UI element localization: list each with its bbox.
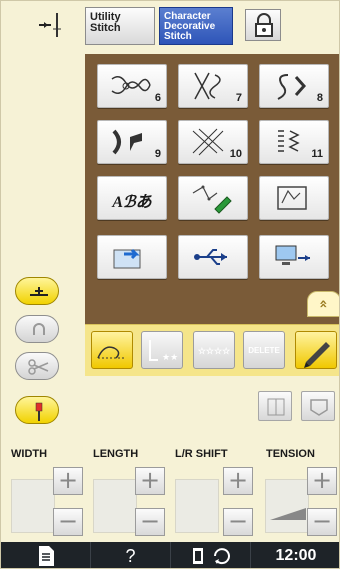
needle-position-icon (39, 13, 61, 37)
stars-label: ☆☆☆☆ (197, 346, 231, 356)
cross-stitch-icon (194, 72, 221, 100)
pencil-icon (304, 342, 330, 368)
my-custom-stitch-button[interactable] (178, 176, 248, 220)
chevron-up-icon: » (315, 299, 332, 309)
custom-stitch-pen-icon (192, 185, 232, 214)
width-minus-button[interactable]: − (53, 508, 83, 536)
bobbin-settings-button[interactable] (171, 542, 251, 568)
manual-button[interactable] (1, 542, 91, 568)
pattern-10-button[interactable]: 10 (178, 120, 248, 164)
tension-label: TENSION (266, 448, 315, 460)
status-bar: ? 12:00 (1, 542, 339, 568)
thread-retrieve-button[interactable] (91, 331, 133, 369)
pattern-number: 8 (316, 92, 323, 104)
motif-stitch-icon (111, 76, 151, 94)
pattern-panel: 6 7 8 9 10 11 Aℬあ » (85, 54, 339, 324)
pattern-number: 11 (311, 148, 323, 160)
load-from-computer-button[interactable] (259, 235, 329, 279)
length-label: LENGTH (93, 448, 139, 460)
pattern-number: 6 (154, 92, 161, 104)
edit-custom-stitch-button[interactable] (259, 176, 329, 220)
lock-button[interactable] (245, 9, 281, 41)
presser-foot-icon (30, 287, 48, 296)
pattern-11-button[interactable]: 11 (259, 120, 329, 164)
lr-shift-label: L/R SHIFT (175, 448, 228, 460)
tab-character-decorative-stitch[interactable]: Character Decorative Stitch (159, 7, 233, 45)
pattern-6-button[interactable]: 6 (97, 64, 167, 108)
width-label: WIDTH (11, 448, 48, 460)
lr-shift-minus-button[interactable]: − (223, 508, 253, 536)
delete-label: DELETE (248, 346, 280, 355)
needle-position-button[interactable] (15, 396, 59, 424)
scissors-icon (28, 359, 49, 375)
clock-display: 12:00 (275, 547, 317, 564)
svg-text:★★: ★★ (162, 353, 178, 363)
edit-pencil-button[interactable] (295, 331, 337, 369)
help-button[interactable]: ? (91, 542, 171, 568)
zigzag-stitch-icon (278, 130, 300, 152)
tension-plus-button[interactable]: + (307, 467, 337, 495)
tension-value-display (265, 479, 309, 533)
reverse-arrow-icon (33, 323, 45, 335)
lattice-stitch-icon (192, 128, 224, 156)
bracket-stitch-icon (112, 129, 142, 155)
lr-shift-plus-button[interactable]: + (223, 467, 253, 495)
stitch-size-button[interactable]: ★★ (141, 331, 183, 369)
scroll-up-tab[interactable]: » (307, 291, 339, 317)
thread-cutter-button[interactable] (15, 352, 59, 380)
reverse-stitch-button[interactable] (15, 315, 59, 343)
tension-level-icon (270, 508, 306, 520)
lr-shift-value-display (175, 479, 219, 533)
scroll-stitch-icon (277, 74, 307, 100)
stitch-size-icon: ★★ (149, 340, 178, 363)
thread-hook-icon (97, 346, 126, 359)
pattern-number: 10 (229, 148, 242, 160)
pattern-number: 9 (154, 148, 161, 160)
pocket-icon (310, 399, 328, 416)
load-from-machine-button[interactable] (97, 235, 167, 279)
stars-button[interactable]: ☆☆☆☆ (193, 331, 235, 369)
character-stitch-button[interactable]: Aℬあ (97, 176, 167, 220)
stitch-edit-toolbar: ★★ ☆☆☆☆ DELETE (85, 324, 339, 376)
computer-usb-icon (275, 245, 310, 265)
usb-icon (194, 249, 227, 265)
pocket-save-button[interactable] (301, 391, 335, 421)
book-icon (267, 398, 285, 416)
pattern-9-button[interactable]: 9 (97, 120, 167, 164)
pattern-book-button[interactable] (258, 391, 292, 421)
bobbin-icon (192, 548, 230, 565)
width-value-display (11, 479, 55, 533)
character-text: Aℬあ (112, 194, 152, 211)
pocket-retrieve-icon (113, 248, 141, 269)
lock-icon (255, 13, 273, 37)
pattern-number: 7 (235, 92, 242, 104)
load-from-usb-button[interactable] (178, 235, 248, 279)
presser-foot-button[interactable] (15, 277, 59, 305)
length-value-display (93, 479, 137, 533)
length-plus-button[interactable]: + (135, 467, 165, 495)
width-plus-button[interactable]: + (53, 467, 83, 495)
needle-icon (35, 402, 43, 421)
sewing-machine-screen: Utility Stitch Character Decorative Stit… (0, 0, 340, 569)
length-minus-button[interactable]: − (135, 508, 165, 536)
pattern-7-button[interactable]: 7 (178, 64, 248, 108)
custom-stitch-frame-icon (277, 186, 307, 210)
pattern-8-button[interactable]: 8 (259, 64, 329, 108)
tension-minus-button[interactable]: − (307, 508, 337, 536)
tab-utility-stitch[interactable]: Utility Stitch (85, 7, 155, 45)
document-icon (38, 546, 54, 566)
delete-button[interactable]: DELETE (243, 331, 285, 369)
